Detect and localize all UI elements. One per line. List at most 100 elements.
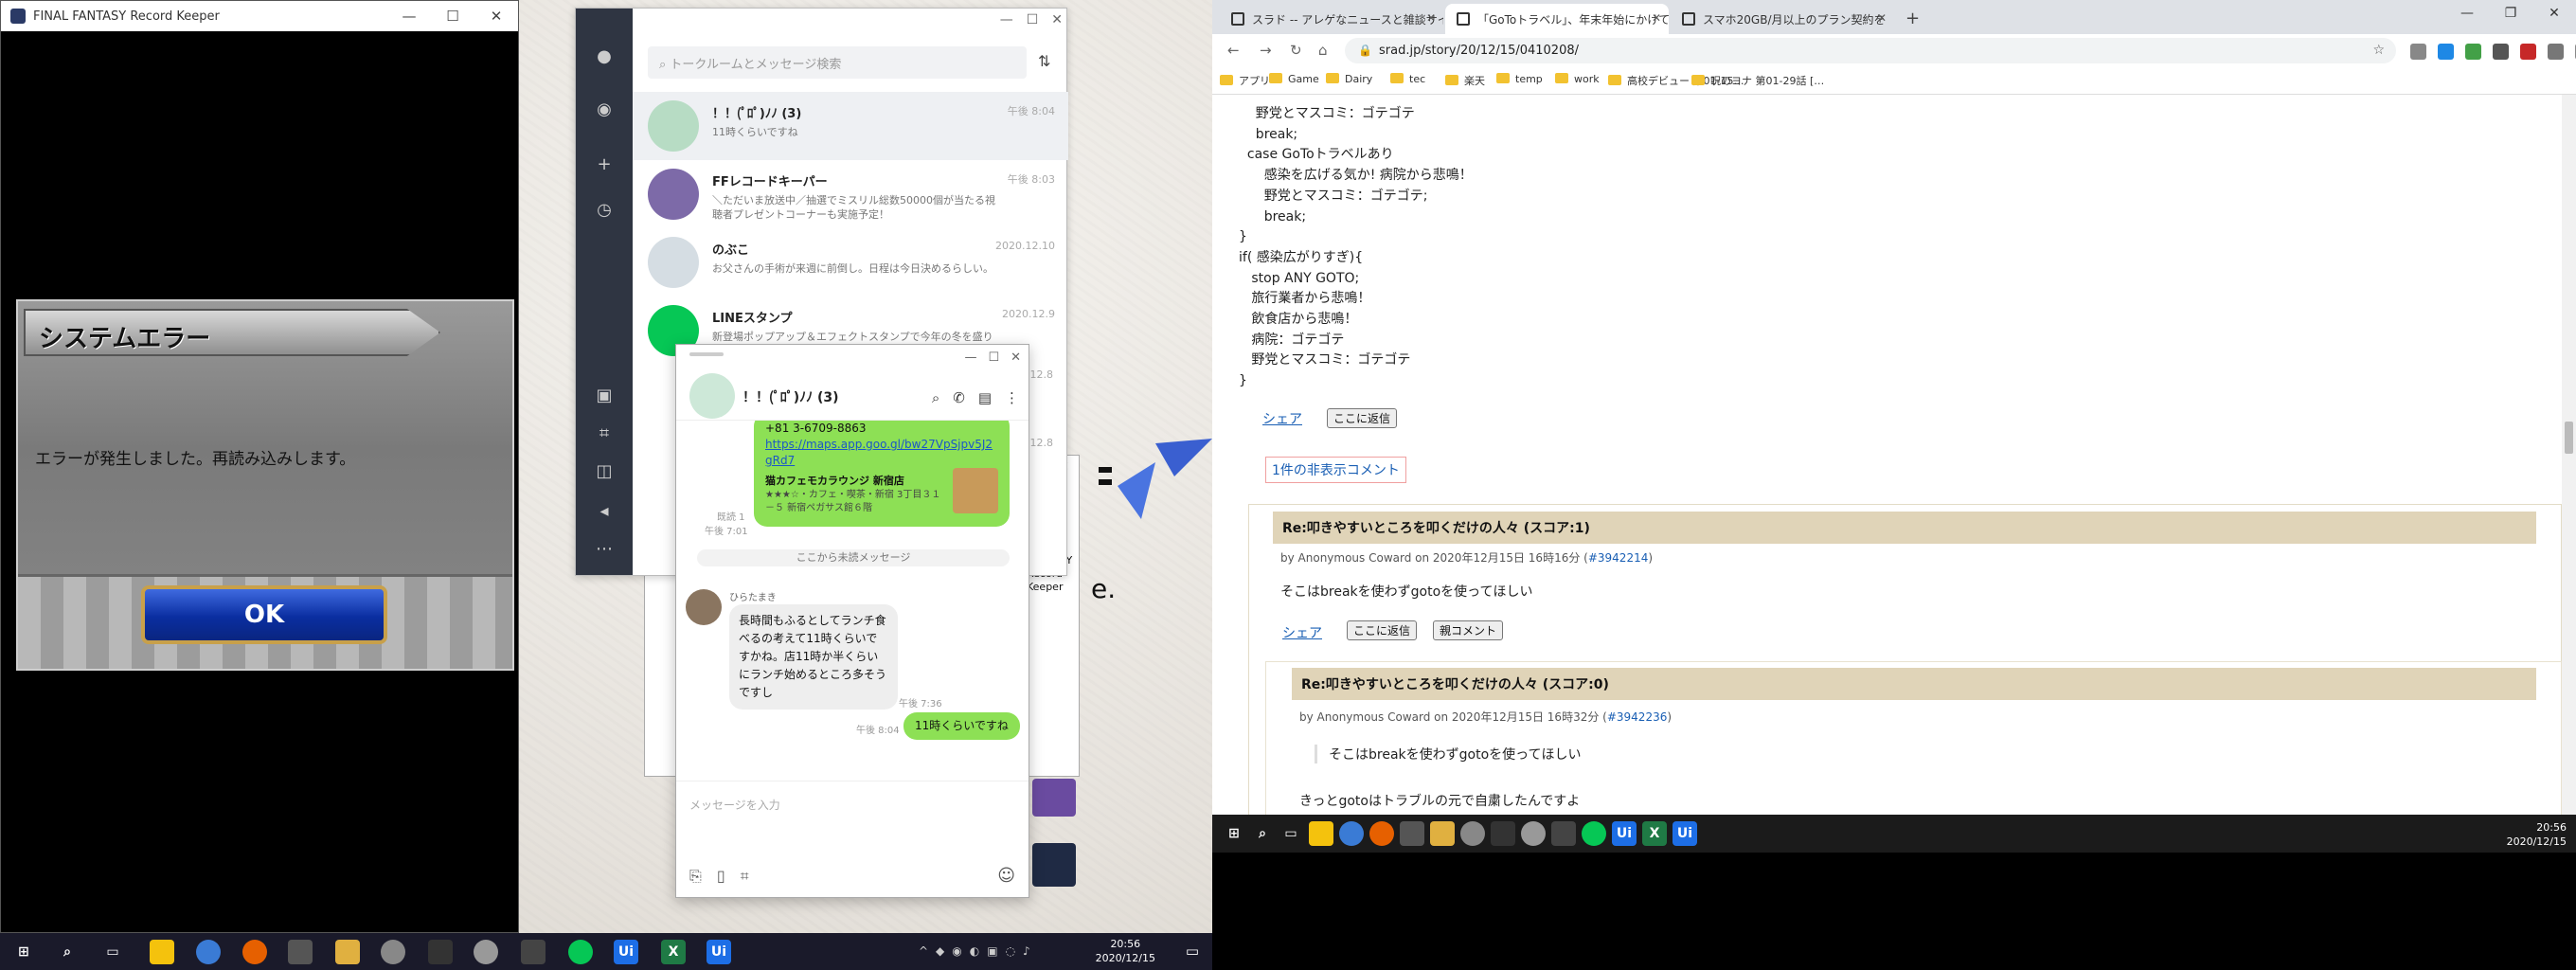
emoji-icon[interactable]: ☺ <box>997 866 1015 886</box>
parent-comment-button[interactable]: 親コメント <box>1433 620 1504 640</box>
maximize-button[interactable]: ☐ <box>988 350 999 365</box>
scrollbar[interactable] <box>2562 95 2576 815</box>
tab-goto[interactable]: 「GoToトラベル」、年末年始にかけて全国✕ <box>1445 4 1669 34</box>
chats-icon[interactable]: ◉ <box>593 99 616 122</box>
close-button[interactable]: ✕ <box>2532 0 2576 28</box>
app-icon[interactable] <box>1460 821 1485 846</box>
explorer-icon[interactable] <box>335 940 360 964</box>
sender-avatar[interactable] <box>686 589 722 625</box>
app-icon[interactable] <box>1551 821 1576 846</box>
more-icon[interactable]: ⋯ <box>593 539 616 562</box>
opacity-slider[interactable] <box>689 352 724 356</box>
crop-icon[interactable]: ⌗ <box>593 423 616 446</box>
share-link[interactable]: シェア <box>1282 623 1322 642</box>
notes-icon[interactable]: ▤ <box>978 389 992 406</box>
forward-icon[interactable]: → <box>1260 42 1272 59</box>
bookmark-icon[interactable]: ◫ <box>593 461 616 484</box>
screenshot-icon[interactable]: ⌗ <box>741 867 749 886</box>
comment-id-link[interactable]: #3942236 <box>1607 710 1668 724</box>
close-button[interactable]: ✕ <box>1011 350 1021 365</box>
new-tab-button[interactable]: + <box>1905 9 1920 28</box>
share-link[interactable]: シェア <box>1262 409 1302 428</box>
system-tray-icons[interactable]: ^◆◉◐▣◌♪ <box>919 944 1089 960</box>
minimize-button[interactable]: — <box>387 8 431 25</box>
minimize-button[interactable]: — <box>1000 12 1013 27</box>
maximize-button[interactable]: ☐ <box>1027 12 1039 27</box>
bookmark-item[interactable]: temp <box>1496 73 1543 85</box>
bookmark-item[interactable]: tec <box>1390 73 1425 85</box>
ok-button[interactable]: OK <box>141 585 387 644</box>
app-icon[interactable] <box>428 940 453 964</box>
extension-icon[interactable] <box>2465 44 2481 60</box>
uipath-icon[interactable]: Ui <box>1612 821 1637 846</box>
incoming-message[interactable]: 長時間もふるとしてランチ食べるの考えて11時くらいですかね。店11時か半くらいに… <box>729 604 898 710</box>
keep-icon[interactable]: ▣ <box>593 386 616 408</box>
tab-srad[interactable]: スラド -- アレゲなニュースと雑談サイト ✕ <box>1220 4 1443 34</box>
close-icon[interactable]: ✕ <box>1652 11 1661 25</box>
chat-list-item[interactable]: ！！(ﾟﾛﾟ)ﾉﾉ (3) 11時くらいですね 午後 8:04 <box>633 92 1068 160</box>
extension-icon[interactable] <box>2438 44 2454 60</box>
bookmark-item[interactable]: Game <box>1269 73 1319 85</box>
star-icon[interactable]: ☆ <box>2372 43 2385 58</box>
close-icon[interactable]: ✕ <box>1426 11 1436 25</box>
outgoing-message[interactable]: 11時くらいですね <box>903 712 1020 740</box>
clock[interactable]: 20:56 2020/12/15 <box>1096 937 1155 965</box>
home-icon[interactable]: ⌂ <box>1318 42 1328 59</box>
comment-id-link[interactable]: #3942214 <box>1588 551 1649 565</box>
place-thumbnail[interactable] <box>953 468 998 513</box>
minimize-button[interactable]: — <box>964 350 976 365</box>
reply-button[interactable]: ここに返信 <box>1347 620 1418 640</box>
back-icon[interactable]: ← <box>1227 42 1240 59</box>
ffrk-icon[interactable] <box>1400 821 1424 846</box>
add-friend-icon[interactable]: + <box>593 154 616 177</box>
task-view-icon[interactable]: ▭ <box>100 940 125 964</box>
sticky-notes-icon[interactable] <box>1309 821 1333 846</box>
comment-title[interactable]: Re:叩きやすいところを叩くだけの人々 (スコア:0) <box>1292 668 2536 700</box>
maximize-button[interactable]: ☐ <box>431 8 474 25</box>
line-icon[interactable] <box>1582 821 1606 846</box>
excel-icon[interactable]: X <box>661 940 686 964</box>
call-icon[interactable]: ✆ <box>953 389 965 406</box>
history-icon[interactable]: ◷ <box>593 200 616 223</box>
scrollbar-thumb[interactable] <box>2565 422 2573 454</box>
puzzle-icon[interactable] <box>2548 44 2564 60</box>
chrome-icon[interactable] <box>1339 821 1364 846</box>
uipath-icon[interactable]: Ui <box>1673 821 1697 846</box>
chrome-icon[interactable] <box>196 940 221 964</box>
close-button[interactable]: ✕ <box>1051 12 1063 27</box>
app-icon[interactable] <box>1521 821 1546 846</box>
bookmark-item[interactable]: 呪のヨナ 第01-29話 [… <box>1691 73 1824 88</box>
explorer-icon[interactable] <box>1430 821 1455 846</box>
app-icon[interactable] <box>381 940 405 964</box>
clock[interactable]: 20:56 2020/12/15 <box>2507 820 2567 849</box>
start-icon[interactable]: ⊞ <box>1222 821 1246 846</box>
bookmark-apps[interactable]: アプリ <box>1220 73 1270 88</box>
menu-icon[interactable]: ⋮ <box>1005 389 1019 406</box>
app-icon[interactable] <box>521 940 546 964</box>
minimize-button[interactable]: — <box>2445 0 2489 28</box>
reload-icon[interactable]: ↻ <box>1290 42 1302 59</box>
bookmark-item[interactable]: Dairy <box>1326 73 1372 85</box>
task-view-icon[interactable]: ▭ <box>1279 821 1303 846</box>
tab-smartphone[interactable]: スマホ20GB/月以上のプラン契約を ✕ <box>1671 4 1894 34</box>
extension-icon[interactable] <box>2520 44 2536 60</box>
friends-icon[interactable]: ● <box>593 46 616 69</box>
maximize-button[interactable]: ❐ <box>2489 0 2532 28</box>
attach-icon[interactable]: ⎘ <box>689 867 702 886</box>
search-icon[interactable]: ⌕ <box>1250 821 1275 846</box>
chat-list-item[interactable]: のぶこ お父さんの手術が来週に前倒し。日程は今日決めるらしい。 2020.12.10 <box>633 228 1068 296</box>
notification-icon[interactable]: ▭ <box>1186 943 1199 960</box>
bookmark-item[interactable]: 楽天 <box>1445 73 1485 88</box>
search-icon[interactable]: ⌕ <box>55 940 80 964</box>
firefox-icon[interactable] <box>1369 821 1394 846</box>
start-icon[interactable]: ⊞ <box>11 940 36 964</box>
app-icon[interactable] <box>474 940 498 964</box>
comment-title[interactable]: Re:叩きやすいところを叩くだけの人々 (スコア:1) <box>1273 512 2536 544</box>
firefox-icon[interactable] <box>242 940 267 964</box>
reply-button[interactable]: ここに返信 <box>1327 408 1398 428</box>
uipath-icon[interactable]: Ui <box>614 940 638 964</box>
extension-icon[interactable] <box>2493 44 2509 60</box>
camera-icon[interactable] <box>2410 44 2426 60</box>
line-icon[interactable] <box>568 940 593 964</box>
app-shortcut-icon[interactable] <box>1032 843 1076 887</box>
